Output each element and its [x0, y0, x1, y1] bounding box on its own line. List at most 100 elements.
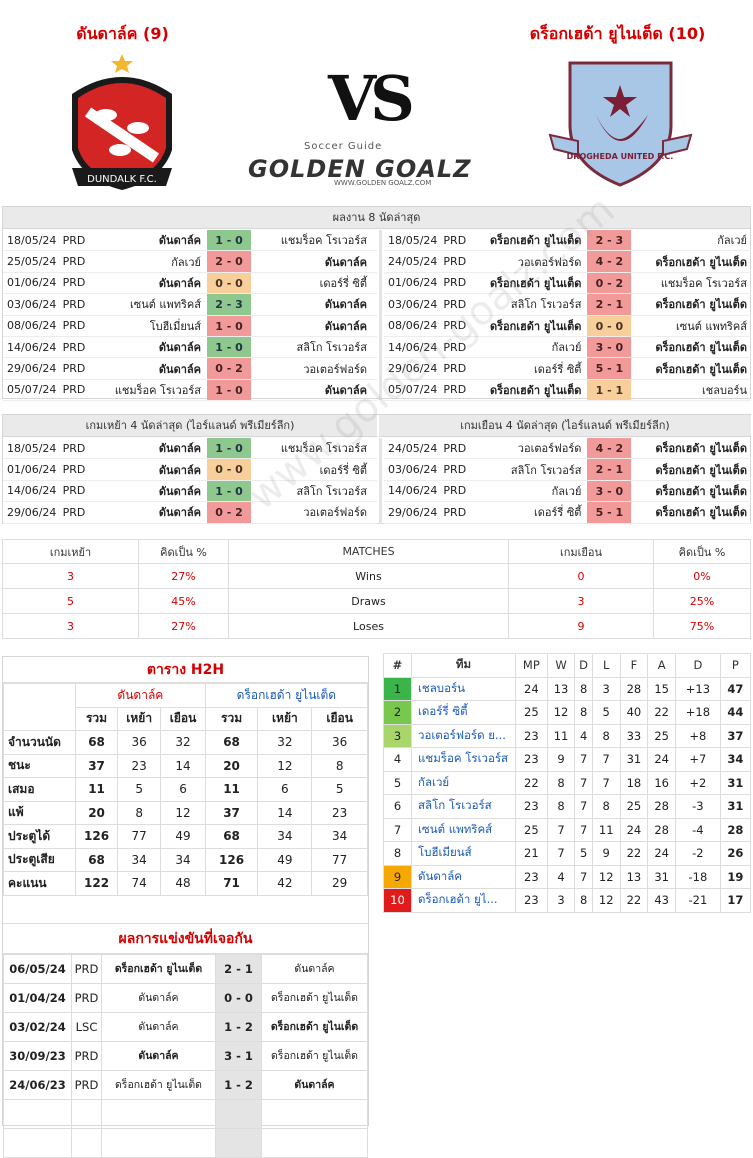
standings-gd: -2: [675, 841, 721, 866]
fixture-date: 18/05/24: [7, 441, 57, 455]
h2h-stat-value: 37: [204, 800, 259, 825]
h2h-stat-value: 37: [74, 753, 119, 778]
h2h-stat-value: 71: [204, 871, 259, 896]
fixture-row: 03/06/24 PRD สลิโก โรเวอร์ส 2 - 1 ดร็อกเฮด้า…: [384, 294, 751, 316]
h2h-stat-value: 5: [311, 777, 368, 802]
fixture-competition: PRD: [443, 441, 467, 455]
fixture-row: 14/06/24 PRD กัลเวย์ 3 - 0 ดร็อกเฮด้า ยูไนเต…: [384, 336, 751, 359]
standings-team-link[interactable]: เดอร์รี่ ซิตี้: [411, 700, 516, 725]
fixture-away-team: ดร็อกเฮด้า ยูไนเต็ด: [655, 442, 747, 456]
h2h-stat-value: 12: [257, 753, 313, 778]
standings-team-link[interactable]: แชมร็อค โรเวอร์ส: [411, 747, 516, 772]
summary-header-home: เกมเหย้า: [2, 539, 139, 564]
summary-header-away-pct: คิดเป็น %: [653, 539, 751, 564]
fixture-competition: PRD: [443, 340, 467, 354]
standings-d: 8: [574, 888, 593, 913]
fixture-date: 03/06/24: [388, 297, 438, 311]
fixture-competition: PRD: [62, 276, 86, 290]
standings-team-link[interactable]: สลิโก โรเวอร์ส: [411, 794, 516, 819]
fixture-row: 25/05/24 PRD กัลเวย์ 2 - 0 ดันดาล์ค: [3, 251, 377, 273]
standings-row: 6 สลิโก โรเวอร์ส 23 8 7 8 25 28 -3 31: [383, 794, 752, 819]
fixture-away-team: ดร็อกเฮด้า ยูไนเต็ด: [655, 341, 747, 355]
summary-away-pct: 0%: [653, 563, 751, 589]
fixture-row: 01/06/24 PRD ดันดาล์ค 0 - 0 เดอร์รี่ ซิตี้: [3, 272, 377, 295]
fixture-score: 0 - 0: [207, 272, 251, 294]
fixture-home-team: ดร็อกเฮด้า ยูไนเต็ด: [489, 276, 582, 290]
standings-row: 9 ดันดาล์ค 23 4 7 12 13 31 -18 19: [383, 864, 752, 889]
standings-team-link[interactable]: กัลเวย์: [411, 770, 516, 795]
standings-pos: 8: [383, 841, 412, 866]
summary-header-home-pct: คิดเป็น %: [138, 539, 229, 564]
standings-team-link[interactable]: โบฮีเมียนส์: [411, 841, 516, 866]
fixture-competition: PRD: [443, 505, 467, 519]
summary-row: 5 45% Draws 3 25%: [2, 588, 751, 614]
fixture-score: 1 - 1: [587, 379, 632, 401]
standings-p: 19: [719, 864, 752, 889]
h2h-result-home-team: ดร็อกเฮด้า ยูไนเต็ด: [101, 1069, 216, 1100]
h2h-result-date: 06/05/24: [3, 953, 72, 984]
standings-team-link[interactable]: เซนต์ แพทริคส์: [411, 817, 516, 842]
fixture-away-team: ดันดาล์ค: [324, 319, 367, 333]
fixture-home-team: ดันดาล์ค: [158, 362, 201, 376]
standings-p: 37: [719, 723, 752, 748]
h2h-stat-value: 34: [160, 847, 206, 872]
standings-f: 28: [619, 676, 649, 701]
fixture-date: 03/06/24: [7, 297, 57, 311]
h2h-stat-row: แพ้ 20 8 12 37 14 23: [3, 800, 368, 825]
versus-label: VS: [328, 62, 415, 135]
fixture-home-team: ดร็อกเฮด้า ยูไนเต็ด: [489, 234, 582, 248]
fixture-competition: PRD: [62, 463, 86, 477]
standings-pos: 10: [383, 888, 412, 913]
standings-table: # ทีม MP W D L F A D P 1 เชลบอร์น 24 13 8 3 28 15 +13 47 2 เ…: [383, 653, 752, 913]
h2h-stat-value: 126: [74, 824, 119, 849]
h2h-stat-label: ประตูเสีย: [3, 847, 76, 872]
summary-home-pct: 27%: [138, 613, 229, 639]
fixture-competition: PRD: [443, 362, 467, 376]
h2h-subheader: รวม: [74, 706, 119, 731]
standings-row: 1 เชลบอร์น 24 13 8 3 28 15 +13 47: [383, 676, 752, 701]
summary-away-count: 0: [508, 563, 654, 589]
standings-header: L: [591, 653, 621, 678]
fixture-competition: PRD: [443, 319, 467, 333]
fixture-date: 08/06/24: [7, 319, 57, 333]
h2h-stat-value: 14: [160, 753, 206, 778]
standings-team-link[interactable]: ดร็อกเฮด้า ยูไ...: [411, 888, 516, 913]
fixture-home-team: วอเตอร์ฟอร์ด: [517, 255, 582, 269]
fixture-competition: PRD: [443, 383, 467, 397]
standings-p: 31: [719, 770, 752, 795]
h2h-result-date: 03/02/24: [3, 1011, 72, 1042]
h2h-stat-label: จำนวนนัด: [3, 730, 76, 755]
h2h-stat-value: 36: [311, 730, 368, 755]
standings-team-link[interactable]: ดันดาล์ค: [411, 864, 516, 889]
h2h-stat-value: 34: [117, 847, 162, 872]
h2h-result-home-team: ดันดาล์ค: [101, 1040, 216, 1071]
fixture-date: 08/06/24: [388, 319, 438, 333]
standings-pos: 1: [383, 676, 412, 701]
fixture-away-team: สลิโก โรเวอร์ส: [296, 484, 367, 498]
h2h-result-row: 30/09/23 PRD ดันดาล์ค 3 - 1 ดร็อกเฮด้า ยูไนเ…: [3, 1040, 368, 1071]
standings-team-link[interactable]: เชลบอร์น: [411, 676, 516, 701]
standings-mp: 23: [515, 794, 548, 819]
standings-team-link[interactable]: วอเตอร์ฟอร์ด ย...: [411, 723, 516, 748]
h2h-result-row: 03/02/24 LSC ดันดาล์ค 1 - 2 ดร็อกเฮด้า ยูไนเ…: [3, 1011, 368, 1042]
standings-p: 31: [719, 794, 752, 819]
h2h-stat-value: 14: [257, 800, 313, 825]
standings-header: D: [675, 653, 721, 678]
fixture-home-team: เดอร์รี่ ซิตี้: [534, 506, 582, 520]
standings-f: 18: [619, 770, 649, 795]
standings-w: 8: [546, 770, 576, 795]
fixture-row: 14/06/24 PRD ดันดาล์ค 1 - 0 สลิโก โรเวอร์ส: [3, 480, 377, 503]
standings-l: 8: [591, 723, 621, 748]
fixture-score: 0 - 0: [587, 315, 632, 336]
standings-gd: +7: [675, 747, 721, 772]
h2h-result-home-team: ดร็อกเฮด้า ยูไนเต็ด: [101, 953, 216, 984]
brand-tagline: Soccer Guide: [304, 141, 383, 152]
last8-away-list: 18/05/24 PRD ดร็อกเฮด้า ยูไนเต็ด 2 - 3 กัลเว…: [384, 230, 751, 402]
h2h-result-away-team: ดร็อกเฮด้า ยูไนเต็ด: [261, 1011, 368, 1042]
fixture-score: 5 - 1: [587, 502, 632, 523]
fixture-score: 0 - 2: [207, 358, 251, 379]
h2h-title: ตาราง H2H: [3, 657, 368, 683]
fixture-score: 2 - 3: [207, 294, 251, 315]
h2h-stat-value: 126: [204, 847, 259, 872]
fixture-row: 03/06/24 PRD เซนต์ แพทริคส์ 2 - 3 ดันดาล์ค: [3, 294, 377, 316]
